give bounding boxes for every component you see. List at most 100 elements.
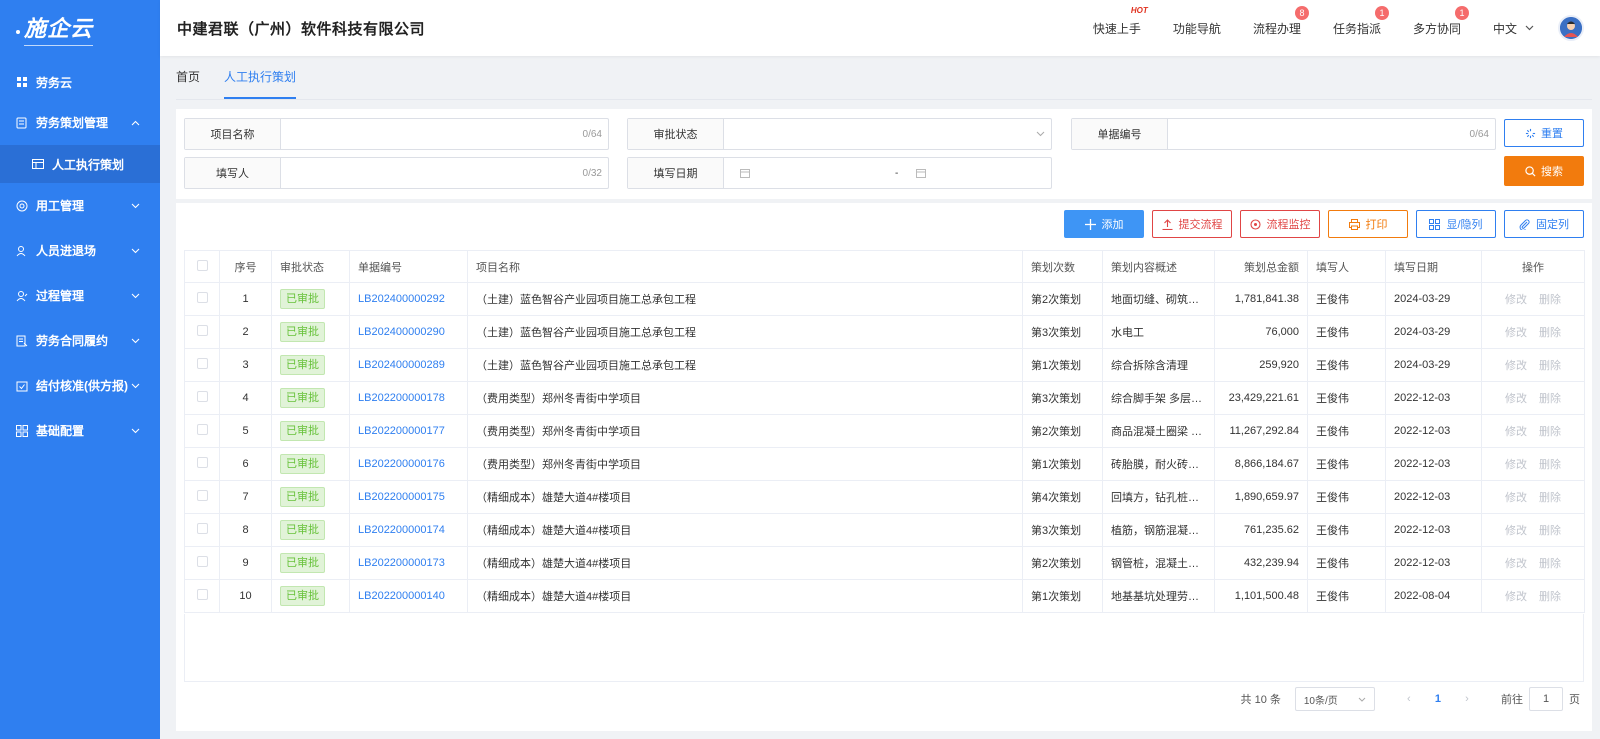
sidebar-item-8[interactable]: 基础配置 (0, 408, 160, 453)
filler-input[interactable]: 0/32 (281, 158, 608, 188)
header-nav-item-1[interactable]: 功能导航 (1173, 20, 1221, 37)
delete-link[interactable]: 删除 (1539, 360, 1561, 372)
row-checkbox[interactable] (196, 391, 208, 402)
edit-link[interactable]: 修改 (1505, 360, 1527, 372)
edit-link[interactable]: 修改 (1505, 426, 1527, 438)
fixed-columns-button[interactable]: 固定列 (1504, 210, 1584, 238)
search-button[interactable]: 搜索 (1504, 156, 1584, 186)
delete-link[interactable]: 删除 (1539, 393, 1561, 405)
sidebar-item-6[interactable]: 劳务合同履约 (0, 318, 160, 363)
doc-number-link[interactable]: LB202200000174 (349, 513, 468, 547)
doc-number-link[interactable]: LB202200000177 (349, 414, 468, 448)
delete-link[interactable]: 删除 (1539, 591, 1561, 603)
prev-page-icon[interactable]: ‹ (1399, 693, 1419, 705)
sidebar-item-0[interactable]: 劳务云 (0, 64, 160, 100)
tab-1[interactable]: 人工执行策划 (224, 55, 297, 99)
doc-no-field[interactable]: 单据编号 0/64 (1071, 118, 1496, 150)
edit-link[interactable]: 修改 (1505, 327, 1527, 339)
sidebar-item-7[interactable]: 结付核准(供方报) (0, 363, 160, 408)
header-nav-item-0[interactable]: 快速上手 HOT (1093, 6, 1148, 37)
column-header[interactable]: 项目名称 (467, 250, 1023, 283)
table-row[interactable]: 9 已审批 LB202200000173 （精细成本）雄楚大道4#楼项目 第2次策划 钢管… (184, 546, 1585, 580)
delete-link[interactable]: 删除 (1539, 294, 1561, 306)
column-header[interactable]: 操作 (1481, 250, 1585, 283)
fill-date-input[interactable]: - (724, 158, 1051, 188)
approval-status-input[interactable] (724, 119, 1051, 149)
reset-button[interactable]: 重置 (1504, 119, 1584, 147)
doc-number-link[interactable]: LB202200000140 (349, 579, 468, 613)
sidebar-item-2[interactable]: 人工执行策划 (0, 145, 160, 183)
doc-number-link[interactable]: LB202200000176 (349, 447, 468, 481)
table-row[interactable]: 4 已审批 LB202200000178 （费用类型）郑州冬青街中学项目 第3次策划 综合… (184, 381, 1585, 415)
table-row[interactable]: 2 已审批 LB202400000290 （土建）蓝色智谷产业园项目施工总承包工程 第3… (184, 315, 1585, 349)
toggle-columns-button[interactable]: 显/隐列 (1416, 210, 1496, 238)
header-nav-item-3[interactable]: 任务指派 1 (1333, 5, 1389, 37)
table-row[interactable]: 3 已审批 LB202400000289 （土建）蓝色智谷产业园项目施工总承包工程 第1… (184, 348, 1585, 382)
doc-no-input[interactable]: 0/64 (1168, 119, 1495, 149)
edit-link[interactable]: 修改 (1505, 459, 1527, 471)
fill-date-range[interactable]: 填写日期 - (627, 157, 1052, 189)
row-checkbox[interactable] (196, 490, 208, 501)
column-header[interactable]: 策划次数 (1022, 250, 1103, 283)
doc-number-link[interactable]: LB202400000289 (349, 348, 468, 382)
column-header[interactable]: 策划内容概述 (1102, 250, 1215, 283)
filler-field[interactable]: 填写人 0/32 (184, 157, 609, 189)
doc-number-link[interactable]: LB202400000292 (349, 282, 468, 316)
language-select[interactable]: 中文 (1493, 20, 1534, 37)
doc-number-link[interactable]: LB202400000290 (349, 315, 468, 349)
column-header[interactable]: 策划总金额 (1214, 250, 1308, 283)
goto-page-input[interactable]: 1 (1529, 687, 1563, 711)
row-checkbox[interactable] (196, 556, 208, 567)
table-row[interactable]: 6 已审批 LB202200000176 （费用类型）郑州冬青街中学项目 第1次策划 砖胎… (184, 447, 1585, 481)
edit-link[interactable]: 修改 (1505, 591, 1527, 603)
edit-link[interactable]: 修改 (1505, 294, 1527, 306)
avatar[interactable] (1558, 15, 1584, 41)
delete-link[interactable]: 删除 (1539, 492, 1561, 504)
next-page-icon[interactable]: › (1457, 693, 1477, 705)
delete-link[interactable]: 删除 (1539, 558, 1561, 570)
column-header[interactable]: 审批状态 (271, 250, 350, 283)
delete-link[interactable]: 删除 (1539, 525, 1561, 537)
doc-number-link[interactable]: LB202200000178 (349, 381, 468, 415)
submit-flow-button[interactable]: 提交流程 (1152, 210, 1232, 238)
table-row[interactable]: 1 已审批 LB202400000292 （土建）蓝色智谷产业园项目施工总承包工程 第2… (184, 282, 1585, 316)
row-checkbox[interactable] (196, 292, 208, 303)
project-name-input[interactable]: 0/64 (281, 119, 608, 149)
sidebar-item-3[interactable]: 用工管理 (0, 183, 160, 228)
table-row[interactable]: 7 已审批 LB202200000175 （精细成本）雄楚大道4#楼项目 第4次策划 回填… (184, 480, 1585, 514)
monitor-flow-button[interactable]: 流程监控 (1240, 210, 1320, 238)
column-header[interactable]: 填写人 (1307, 250, 1386, 283)
table-row[interactable]: 8 已审批 LB202200000174 （精细成本）雄楚大道4#楼项目 第3次策划 植筋… (184, 513, 1585, 547)
sidebar-item-5[interactable]: 过程管理 (0, 273, 160, 318)
row-checkbox[interactable] (196, 325, 208, 336)
project-name-field[interactable]: 项目名称 0/64 (184, 118, 609, 150)
sidebar-item-4[interactable]: 人员进退场 (0, 228, 160, 273)
select-all-cell[interactable] (184, 250, 220, 283)
current-page[interactable]: 1 (1435, 693, 1441, 705)
tab-0[interactable]: 首页 (176, 55, 200, 99)
delete-link[interactable]: 删除 (1539, 327, 1561, 339)
row-checkbox[interactable] (196, 358, 208, 369)
column-header[interactable]: 序号 (219, 250, 272, 283)
table-row[interactable]: 10 已审批 LB202200000140 （精细成本）雄楚大道4#楼项目 第1次策划地… (184, 579, 1585, 613)
edit-link[interactable]: 修改 (1505, 525, 1527, 537)
row-checkbox[interactable] (196, 457, 208, 468)
approval-status-select[interactable]: 审批状态 (627, 118, 1052, 150)
select-all-checkbox[interactable] (196, 259, 208, 271)
delete-link[interactable]: 删除 (1539, 426, 1561, 438)
row-checkbox[interactable] (196, 589, 208, 600)
header-nav-item-4[interactable]: 多方协同 1 (1413, 5, 1469, 37)
column-header[interactable]: 填写日期 (1385, 250, 1482, 283)
logo[interactable]: 施企云 (0, 0, 160, 56)
print-button[interactable]: 打印 (1328, 210, 1408, 238)
page-size-select[interactable]: 10条/页 (1294, 687, 1375, 711)
edit-link[interactable]: 修改 (1505, 393, 1527, 405)
column-header[interactable]: 单据编号 (349, 250, 468, 283)
doc-number-link[interactable]: LB202200000175 (349, 480, 468, 514)
sidebar-item-1[interactable]: 劳务策划管理 (0, 100, 160, 145)
row-checkbox[interactable] (196, 424, 208, 435)
header-nav-item-2[interactable]: 流程办理 8 (1253, 5, 1309, 37)
delete-link[interactable]: 删除 (1539, 459, 1561, 471)
row-checkbox[interactable] (196, 523, 208, 534)
table-row[interactable]: 5 已审批 LB202200000177 （费用类型）郑州冬青街中学项目 第2次策划 商品… (184, 414, 1585, 448)
